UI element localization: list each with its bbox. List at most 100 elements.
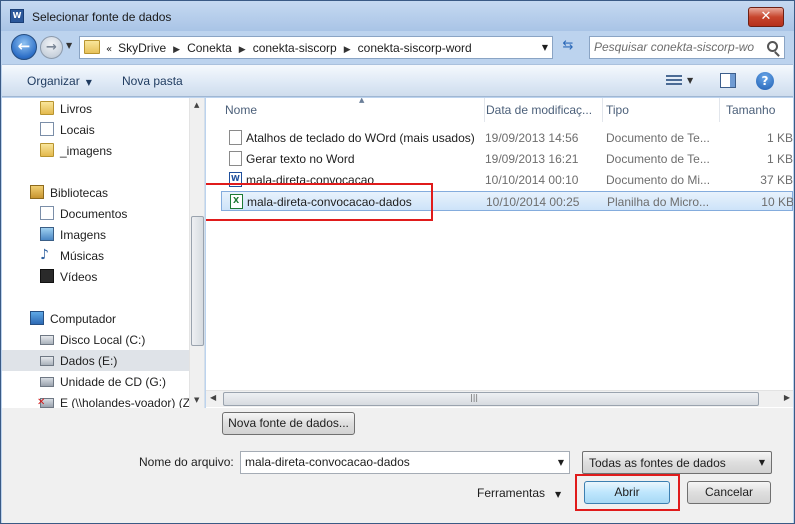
file-size: 1 KB [766, 131, 793, 145]
places-icon [40, 122, 54, 136]
file-list-horizontal-scrollbar[interactable]: ◀ ||| ▶ [206, 390, 793, 407]
drive-icon [40, 356, 54, 366]
dialog-footer: Nova fonte de dados... Nome do arquivo: … [2, 408, 793, 523]
file-date: 10/10/2014 00:10 [485, 173, 579, 187]
network-drive-icon [37, 397, 54, 408]
close-button[interactable]: ✕ [748, 7, 784, 27]
filename-combobox[interactable]: ▼ [240, 451, 570, 474]
file-type: Documento de Te... [606, 152, 710, 166]
dialog-window: W Selecionar fonte de dados ✕ ← → ▼ « Sky… [0, 0, 795, 524]
chevron-right-icon[interactable]: ▶ [239, 45, 246, 55]
text-document-icon [229, 151, 242, 166]
nav-item-bibliotecas[interactable]: Bibliotecas [2, 182, 189, 203]
filename-label: Nome do arquivo: [139, 455, 234, 469]
nav-item-documentos[interactable]: Documentos [2, 203, 189, 224]
nav-item-imagens-folder[interactable]: _imagens [2, 140, 189, 161]
file-name: Atalhos de teclado do WOrd (mais usados) [246, 131, 475, 145]
back-button[interactable]: ← [11, 34, 37, 60]
file-type: Planilha do Micro... [607, 195, 710, 209]
nav-item-disco-local-c[interactable]: Disco Local (C:) [2, 329, 189, 350]
libraries-icon [30, 185, 44, 199]
chevron-right-icon[interactable]: ▶ [173, 45, 180, 55]
nav-item-label: Disco Local (C:) [60, 333, 146, 347]
view-options-icon[interactable] [666, 75, 682, 87]
file-type: Documento de Te... [606, 131, 710, 145]
address-bar[interactable]: « SkyDrive ▶ Conekta ▶ conekta-siscorp ▶ conekt… [79, 36, 553, 59]
file-date: 19/09/2013 14:56 [485, 131, 579, 145]
nav-item-label: Bibliotecas [50, 186, 109, 200]
file-name: Gerar texto no Word [246, 152, 355, 166]
column-header-name[interactable]: ▲ Nome [221, 98, 485, 122]
nav-item-musicas[interactable]: ♪ Músicas [2, 245, 189, 266]
breadcrumb-item-skydrive[interactable]: SkyDrive [118, 41, 166, 55]
nav-item-label: Unidade de CD (G:) [60, 375, 167, 389]
title-bar: W Selecionar fonte de dados ✕ [1, 1, 794, 31]
folder-icon [40, 101, 54, 115]
file-size: 1 KB [766, 152, 793, 166]
new-data-source-button[interactable]: Nova fonte de dados... [222, 412, 355, 435]
nav-item-label: Dados (E:) [60, 354, 118, 368]
breadcrumb-item-conekta-siscorp[interactable]: conekta-siscorp [253, 41, 337, 55]
refresh-icon[interactable]: ⇆ [557, 38, 579, 58]
scrollbar-thumb[interactable] [191, 216, 204, 346]
chevron-down-icon[interactable]: ▼ [558, 458, 564, 467]
file-row[interactable]: Atalhos de teclado do WOrd (mais usados)… [221, 128, 793, 148]
scrollbar-grip-icon: ||| [470, 393, 479, 402]
nav-item-label: Imagens [60, 228, 107, 242]
command-bar: Organizar ▼ Nova pasta ▼ ? [2, 64, 793, 97]
nav-item-imagens[interactable]: Imagens [2, 224, 189, 245]
file-type: Documento do Mi... [606, 173, 711, 187]
highlight-box-file [206, 183, 433, 221]
folder-icon [40, 143, 54, 157]
preview-pane-icon[interactable] [720, 73, 736, 88]
scroll-up-icon[interactable]: ▲ [194, 101, 199, 109]
nav-item-label: Livros [60, 102, 93, 116]
scroll-right-icon[interactable]: ▶ [784, 393, 790, 402]
videos-icon [40, 269, 54, 283]
text-document-icon [229, 130, 242, 145]
nav-pane-scrollbar[interactable]: ▲ ▼ [189, 98, 204, 408]
forward-button[interactable]: → [40, 36, 63, 59]
nav-item-unidade-cd-g[interactable]: Unidade de CD (G:) [2, 371, 189, 392]
nav-item-computador[interactable]: Computador [2, 308, 189, 329]
breadcrumb-item-conekta[interactable]: Conekta [187, 41, 232, 55]
nav-item-label: Documentos [60, 207, 128, 221]
scroll-left-icon[interactable]: ◀ [210, 393, 216, 402]
scrollbar-thumb[interactable] [223, 392, 759, 406]
column-header-type[interactable]: Tipo [603, 98, 720, 122]
help-icon[interactable]: ? [756, 72, 774, 90]
tools-label: Ferramentas [477, 486, 546, 500]
file-size: 37 KB [760, 173, 793, 187]
organize-menu-button[interactable]: Organizar ▼ [27, 74, 92, 88]
file-type-select[interactable]: Todas as fontes de dados ▼ [582, 451, 772, 474]
search-input[interactable] [594, 40, 754, 54]
search-box[interactable] [589, 36, 785, 59]
nav-item-locais[interactable]: Locais [2, 119, 189, 140]
word-app-icon: W [10, 9, 24, 23]
nav-item-dados-e[interactable]: Dados (E:) [2, 350, 189, 371]
column-header-date[interactable]: Data de modificaç... [485, 98, 603, 122]
filename-input[interactable] [245, 455, 545, 469]
address-dropdown-icon[interactable]: ▼ [542, 43, 548, 52]
breadcrumb-overflow[interactable]: « [106, 44, 112, 55]
new-folder-button[interactable]: Nova pasta [122, 74, 183, 88]
recent-pages-dropdown-icon[interactable]: ▼ [66, 41, 72, 50]
tools-menu-button[interactable]: Ferramentas ▼ [477, 486, 561, 500]
cancel-button[interactable]: Cancelar [687, 481, 771, 504]
nav-item-network-z[interactable]: E (\\holandes-voador) (Z [2, 392, 191, 408]
music-icon: ♪ [40, 247, 49, 263]
nav-item-livros[interactable]: Livros [2, 98, 189, 119]
column-header-size[interactable]: Tamanho [720, 98, 793, 122]
nav-item-label: _imagens [60, 144, 113, 158]
file-row[interactable]: Gerar texto no Word 19/09/2013 16:21 Doc… [221, 149, 793, 169]
pictures-icon [40, 227, 54, 241]
scroll-down-icon[interactable]: ▼ [194, 396, 199, 404]
view-dropdown-icon[interactable]: ▼ [687, 76, 693, 85]
nav-item-videos[interactable]: Vídeos [2, 266, 189, 287]
navigation-pane: Livros Locais _imagens Bibliotecas Docum… [2, 98, 205, 408]
chevron-down-icon: ▼ [758, 458, 765, 467]
search-icon[interactable] [767, 41, 778, 52]
breadcrumb-item-conekta-siscorp-word[interactable]: conekta-siscorp-word [358, 41, 472, 55]
chevron-right-icon[interactable]: ▶ [344, 45, 351, 55]
nav-item-label: E (\\holandes-voador) (Z [60, 396, 191, 408]
